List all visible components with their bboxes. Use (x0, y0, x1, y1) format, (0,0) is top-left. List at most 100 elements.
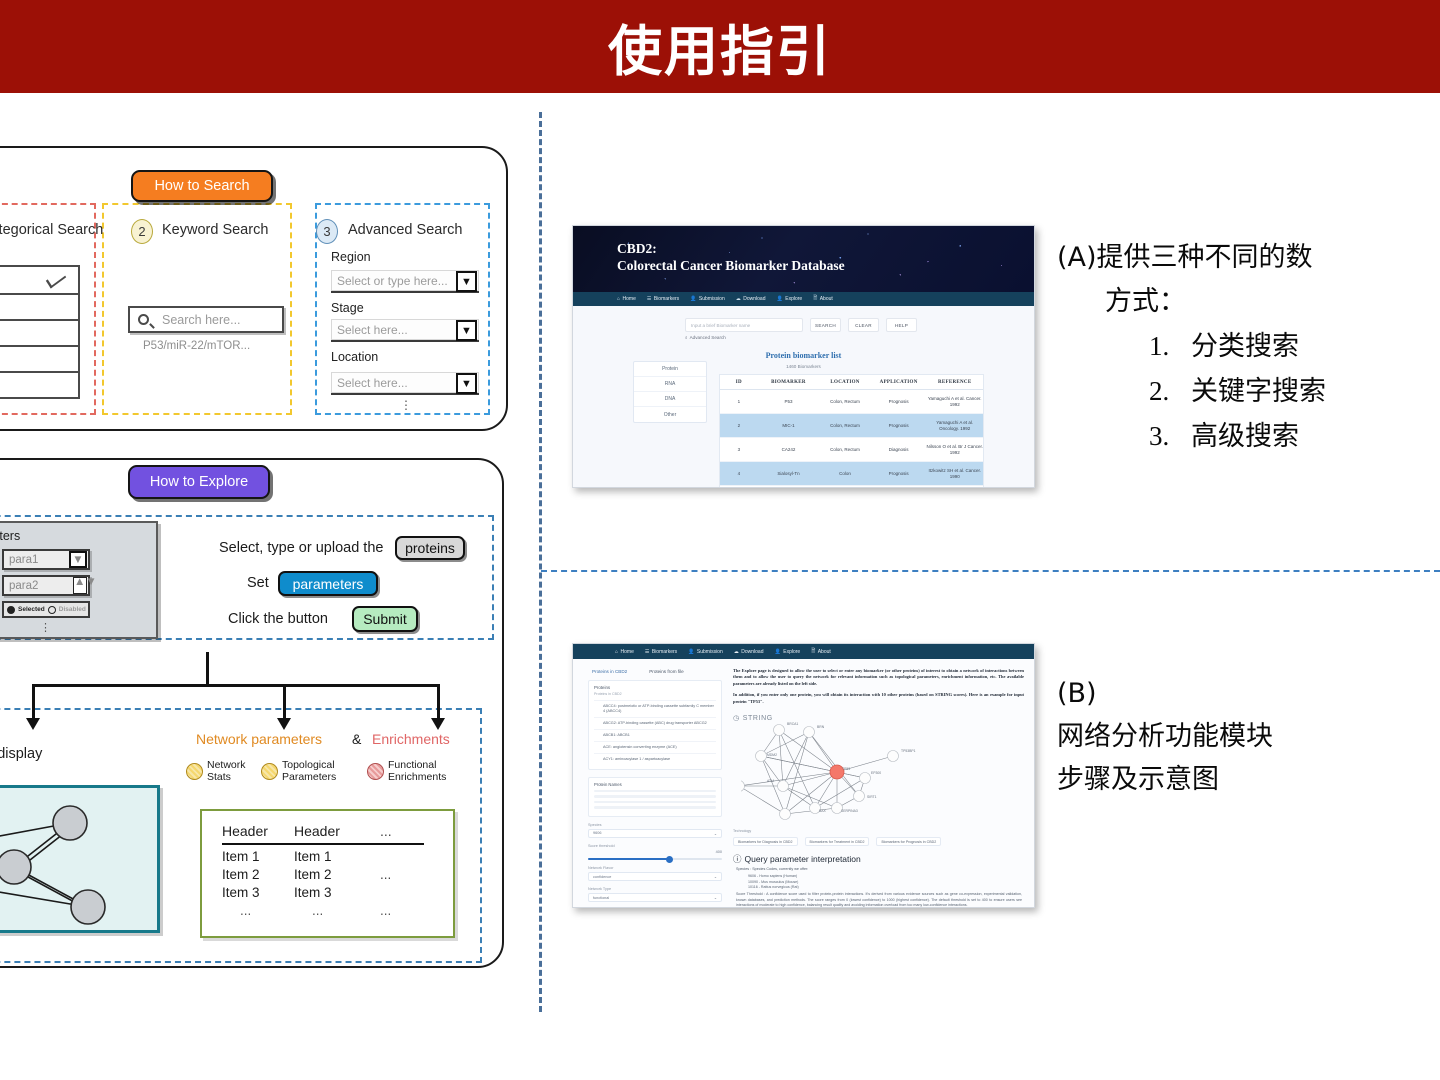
tab-proteins-in-cbd2[interactable]: Proteins in CBD2 (592, 669, 627, 674)
tab-proteins-from-file[interactable]: Proteins from file (649, 669, 683, 674)
chevron-down-icon[interactable]: ▼ (456, 373, 477, 394)
sidebar-item-dna[interactable]: DNA (634, 392, 706, 407)
arrow-head-left (26, 718, 40, 730)
radio-group[interactable]: Selected Disabled (2, 601, 90, 618)
cell: Item 1 (222, 849, 260, 864)
string-network-graph[interactable]: BRCA1BRN TP53BP1EP300 SIRT1TP53 ATMMDM2 … (741, 716, 941, 828)
cbd2-navbar[interactable]: ⌂ Home ☰ Biomarkers 👤 Submission ☁ Download … (573, 292, 1034, 306)
annotation-a-label: (A) (1057, 242, 1097, 273)
nav-item-biomarkers[interactable]: ☰ Biomarkers (647, 296, 679, 302)
advanced-search-link[interactable]: ⌕ Advanced Search (685, 335, 726, 340)
nav-item-explore[interactable]: 👤 Explore (777, 296, 803, 302)
radio-selected-icon[interactable] (7, 605, 15, 614)
biomarker-category-sidebar[interactable]: Protein RNA DNA Other (633, 361, 707, 423)
arrow-stem-left (32, 684, 35, 720)
user-icon: 👤 (776, 296, 783, 302)
arrow-head-right (431, 718, 445, 730)
chevron-down-icon[interactable]: ▼ (456, 271, 477, 292)
list-item: 2. 关键字搜索 (1149, 369, 1440, 414)
table-row[interactable]: 3 CA242 Colon, Rectum Diagnosis Nilsson … (720, 438, 983, 462)
nav-item-home[interactable]: ⌂ Home (615, 649, 634, 655)
nav-item-explore[interactable]: 👤 Explore (775, 649, 801, 655)
keyword-search-input[interactable]: Search here... (128, 306, 284, 333)
cell: ... (312, 903, 324, 918)
slider-knob[interactable] (665, 855, 673, 863)
score-threshold-slider[interactable] (588, 855, 722, 863)
categorical-row[interactable] (0, 321, 80, 347)
nav-item-download[interactable]: ☁ Download (736, 296, 766, 302)
cell-location: Colon, Rectum (830, 446, 860, 452)
slide-root: 使用指引 How to Search 2 3 Categorical Searc… (0, 0, 1440, 1080)
network-flavor-value: confidence (593, 874, 612, 879)
explore-navbar[interactable]: ⌂ Home ☰ Biomarkers 👤 Submission ☁ Download … (573, 644, 1034, 659)
network-flavor-field[interactable]: Network Flavor confidence ⌄ (588, 866, 722, 882)
functional-enrichments-item: Functional Enrichments (367, 759, 446, 783)
clear-button[interactable]: CLEAR (848, 318, 879, 332)
vertical-divider (539, 112, 542, 1012)
species-field[interactable]: Species 9606 ⌄ (588, 823, 722, 838)
screenshot-explore-page[interactable]: ⌂ Home ☰ Biomarkers 👤 Submission ☁ Download … (572, 643, 1035, 908)
nav-label: Download (741, 648, 764, 655)
list-item[interactable]: ACE: angiotensin converting enzyme (ACE) (594, 741, 716, 753)
nav-item-about[interactable]: 🗎 About (813, 295, 833, 303)
list-item[interactable]: ABCB1: ABCB1 (594, 729, 716, 741)
table-row[interactable]: 2 MIC-1 Colon, Rectum Prognosis Yamaguch… (720, 414, 983, 438)
network-stats-l1: Network (207, 759, 246, 771)
chevron-down-icon[interactable]: ⌄ (714, 895, 717, 900)
nav-item-download[interactable]: ☁ Download (734, 649, 764, 655)
categorical-row[interactable] (0, 347, 80, 373)
chevron-down-icon[interactable]: ▼ (456, 320, 477, 341)
categorical-dropdown-mock[interactable] (0, 265, 80, 295)
cbd2-search-row[interactable]: Input a brief Biomarker name SEARCH CLEA… (685, 318, 917, 332)
tag-parameters[interactable]: parameters (278, 571, 378, 596)
sidebar-item-rna[interactable]: RNA (634, 377, 706, 392)
keyword-search-hint: P53/miR-22/mTOR... (143, 340, 251, 352)
chevron-down-icon[interactable]: ⌄ (714, 874, 717, 879)
svg-text:BRN: BRN (817, 725, 825, 729)
protein-source-tabs[interactable]: Proteins in CBD2 Proteins from file (588, 669, 722, 674)
list-item[interactable]: ABCG2: ATP-binding cassette (ABC) drug t… (594, 717, 716, 729)
biomarker-chips[interactable]: Biomarkers for Diagnosis in CBD2 Biomark… (733, 837, 942, 846)
sidebar-item-other[interactable]: Other (634, 407, 706, 422)
help-button[interactable]: HELP (886, 318, 917, 332)
chip-diagnosis[interactable]: Biomarkers for Diagnosis in CBD2 (733, 837, 798, 846)
chip-prognosis[interactable]: Biomarkers for Prognosis in CBD2 (876, 837, 942, 846)
cloud-icon: ☁ (735, 296, 741, 302)
biomarker-search-input[interactable]: Input a brief Biomarker name (685, 318, 803, 332)
chip-treatment[interactable]: Biomarkers for Treatment in CBD2 (804, 837, 870, 846)
explore-body: Proteins in CBD2 Proteins from file Prot… (573, 659, 1034, 907)
sidebar-item-protein[interactable]: Protein (634, 362, 706, 377)
param2-stepper[interactable]: para2 ▲▼ (2, 575, 97, 596)
list-item[interactable]: ACY1: aminoacylase 1 / aspartoacylase (594, 753, 716, 765)
chevron-down-icon[interactable]: ⌄ (714, 831, 717, 836)
categorical-row[interactable] (0, 295, 80, 321)
score-threshold-field[interactable]: Score threshold 400 (588, 844, 722, 863)
table-row[interactable]: 4 Sialosyl-Tn Colon Prognosis Itzkowitz … (720, 462, 983, 486)
spinner-icon[interactable]: ▲▼ (73, 576, 97, 594)
search-icon (138, 314, 149, 325)
submit-button[interactable]: Submit (352, 606, 418, 632)
col-header-location: LOCATION (830, 379, 860, 385)
categorical-row[interactable] (0, 373, 80, 399)
qpi-subitem: 10116 - Rattus norvegicus (Rat) (748, 884, 799, 889)
table-row[interactable]: 5 Carcinoembryonic antigen (CEA) Colon, … (720, 486, 983, 487)
tag-proteins[interactable]: proteins (395, 536, 465, 560)
cbd2-title-line2: Colorectal Cancer Biomarker Database (617, 258, 845, 273)
param1-select[interactable]: para1 ▼ (2, 549, 90, 570)
nav-item-biomarkers[interactable]: ☰ Biomarkers (645, 649, 677, 655)
search-button[interactable]: SEARCH (810, 318, 841, 332)
arrow-stem-right (437, 684, 440, 720)
network-type-field[interactable]: Network Type functional ⌄ (588, 887, 722, 903)
nav-item-about[interactable]: 🗎 About (811, 648, 831, 656)
nav-item-submission[interactable]: 👤 Submission (688, 649, 723, 655)
proteins-card-title: Proteins (594, 685, 611, 690)
advanced-field-stage[interactable]: Select here... ▼ (331, 319, 479, 342)
nav-item-submission[interactable]: 👤 Submission (690, 296, 725, 302)
list-item[interactable]: ABCC4: postmeiotic or ATP-binding casset… (594, 700, 716, 717)
chevron-down-icon[interactable]: ▼ (69, 551, 87, 568)
table-row[interactable]: 1 P53 Colon, Rectum Prognosis Yamaguchi … (720, 390, 983, 414)
nav-item-home[interactable]: ⌂ Home (617, 296, 636, 302)
advanced-field-region[interactable]: Select or type here... ▼ (331, 270, 479, 293)
advanced-field-location[interactable]: Select here... ▼ (331, 372, 479, 395)
screenshot-cbd2-home[interactable]: CBD2: Colorectal Cancer Biomarker Databa… (572, 225, 1035, 488)
